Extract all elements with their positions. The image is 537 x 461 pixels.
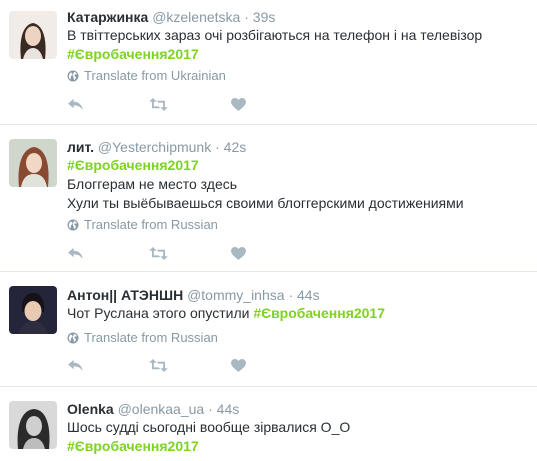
username[interactable]: @tommy_inhsa [187, 287, 284, 303]
reply-icon[interactable] [67, 359, 84, 372]
display-name[interactable]: лит. [67, 139, 94, 155]
username[interactable]: @Yesterchipmunk [98, 139, 211, 155]
tweet-text: Блоггерам не место здесь [67, 176, 238, 192]
avatar[interactable] [9, 286, 57, 334]
hashtag-link[interactable]: #Євробачення2017 [253, 305, 385, 321]
heart-icon[interactable] [231, 247, 246, 260]
globe-icon [67, 219, 79, 231]
avatar[interactable] [9, 139, 57, 187]
tweet-text: Чот Руслана этого опустили [67, 305, 254, 321]
tweet-text: Хули ты выёбываешься своими блоггерскими… [67, 195, 464, 211]
separator-dot: · [215, 139, 220, 155]
username[interactable]: @olenkaa_ua [118, 401, 205, 417]
translate-link[interactable]: Translate from Russian [67, 216, 529, 234]
hashtag-link[interactable]: #Євробачення2017 [67, 46, 199, 62]
globe-icon [67, 332, 79, 344]
heart-icon[interactable] [231, 98, 246, 111]
hashtag-link[interactable]: #Євробачення2017 [67, 438, 199, 454]
tweet[interactable]: лит. @Yesterchipmunk · 42s #Євробачення2… [0, 125, 537, 272]
translate-label: Translate from Ukrainian [84, 68, 226, 83]
retweet-icon[interactable] [149, 359, 168, 372]
separator-dot: · [288, 287, 294, 303]
retweet-icon[interactable] [149, 98, 168, 111]
tweet-text: Шось судді сьогодні вообще зірвалися О_О [67, 419, 351, 435]
username[interactable]: @kzelenetska [152, 9, 240, 25]
reply-icon[interactable] [67, 247, 84, 260]
globe-icon [67, 70, 79, 82]
separator-dot: · [208, 401, 213, 417]
tweet-header: Катаржинка @kzelenetska · 39s [67, 8, 529, 26]
separator-dot: · [244, 9, 249, 25]
timestamp[interactable]: 44s [297, 287, 320, 303]
timestamp[interactable]: 42s [224, 139, 247, 155]
tweet[interactable]: Антон|| АТЭНШН @tommy_inhsa · 44s Чот Ру… [0, 272, 537, 387]
reply-icon[interactable] [67, 98, 84, 111]
tweet-feed: Катаржинка @kzelenetska · 39s В твіттерс… [0, 0, 537, 461]
translate-link[interactable]: Translate from Ukrainian [67, 67, 529, 85]
tweet-header: лит. @Yesterchipmunk · 42s [67, 138, 529, 156]
tweet-header: Olenka @olenkaa_ua · 44s [67, 400, 529, 418]
display-name[interactable]: Olenka [67, 401, 114, 417]
tweet-header: Антон|| АТЭНШН @tommy_inhsa · 44s [67, 286, 529, 304]
tweet[interactable]: Катаржинка @kzelenetska · 39s В твіттерс… [0, 0, 537, 125]
retweet-icon[interactable] [149, 247, 168, 260]
avatar[interactable] [9, 11, 57, 59]
tweet[interactable]: Olenka @olenkaa_ua · 44s Шось судді сьог… [0, 387, 537, 461]
timestamp[interactable]: 44s [217, 401, 240, 417]
display-name[interactable]: Катаржинка [67, 9, 148, 25]
tweet-text: В твіттерських зараз очі розбігаються на… [67, 27, 483, 43]
translate-link[interactable]: Translate from Russian [67, 329, 529, 347]
display-name[interactable]: Антон|| АТЭНШН [67, 287, 183, 303]
translate-label: Translate from Russian [84, 217, 218, 232]
timestamp[interactable]: 39s [253, 9, 276, 25]
hashtag-link[interactable]: #Євробачення2017 [67, 157, 199, 173]
translate-label: Translate from Russian [84, 330, 218, 345]
avatar[interactable] [9, 401, 57, 449]
heart-icon[interactable] [231, 359, 246, 372]
